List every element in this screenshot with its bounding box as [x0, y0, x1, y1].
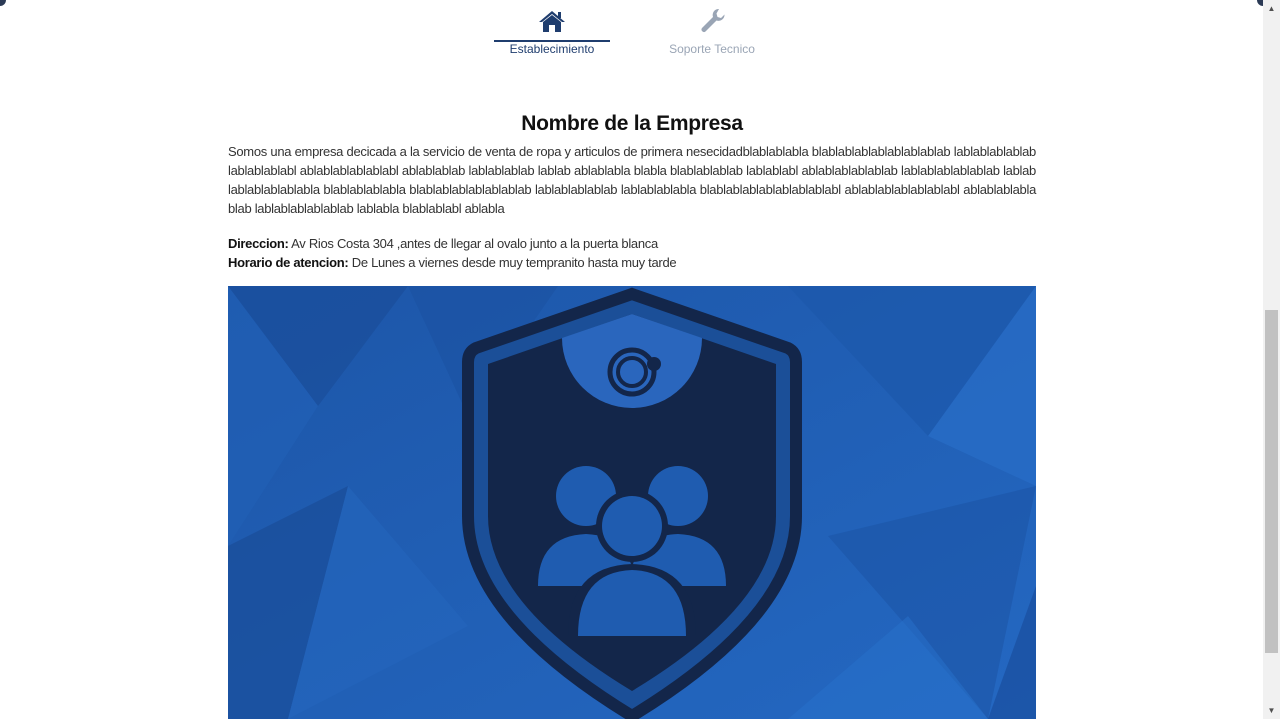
- hours-value: De Lunes a viernes desde muy tempranito …: [348, 255, 677, 270]
- address-line: Direccion: Av Rios Costa 304 ,antes de l…: [228, 236, 658, 251]
- tab-label: Establecimiento: [509, 42, 595, 56]
- scrollbar-thumb[interactable]: [1265, 310, 1278, 653]
- address-label: Direccion:: [228, 236, 289, 251]
- wrench-icon: [697, 8, 727, 34]
- window-corner-left: [0, 0, 6, 6]
- company-description: Somos una empresa decicada a la servicio…: [228, 144, 1036, 216]
- hours-line: Horario de atencion: De Lunes a viernes …: [228, 255, 677, 270]
- tab-establecimiento[interactable]: Establecimiento: [494, 0, 610, 60]
- home-icon: [537, 8, 567, 34]
- company-logo-image: [228, 286, 1036, 719]
- tab-bar: Establecimiento Soporte Tecnico: [494, 0, 770, 60]
- vertical-scrollbar[interactable]: ▲ ▼: [1263, 0, 1280, 719]
- tab-soporte-tecnico[interactable]: Soporte Tecnico: [654, 0, 770, 60]
- scroll-down-arrow-icon[interactable]: ▼: [1263, 702, 1280, 719]
- active-tab-indicator: [494, 40, 610, 42]
- company-title: Nombre de la Empresa: [521, 112, 743, 136]
- scroll-up-arrow-icon[interactable]: ▲: [1263, 0, 1280, 17]
- hours-label: Horario de atencion:: [228, 255, 349, 270]
- shield-logo-illustration: [228, 286, 1036, 719]
- tab-label: Soporte Tecnico: [669, 42, 755, 56]
- address-value: Av Rios Costa 304 ,antes de llegar al ov…: [288, 236, 658, 251]
